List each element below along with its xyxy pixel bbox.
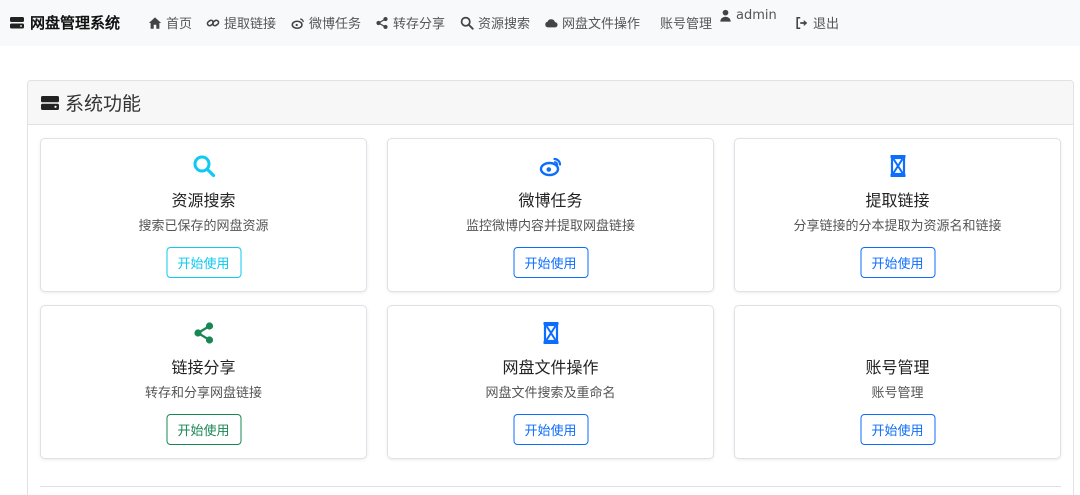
nav-resource-search-label: 资源搜索 xyxy=(478,17,531,32)
nav-file-ops[interactable]: 网盘文件操作 xyxy=(544,13,640,32)
start-button[interactable]: 开始使用 xyxy=(860,414,935,445)
feature-title: 网盘文件操作 xyxy=(502,358,599,377)
navbar: 网盘管理系统 首页 提取链接 微博任务 转存分享 资源搜索 网盘文件操作 账号管… xyxy=(0,0,1080,46)
hourglass-icon xyxy=(890,155,905,177)
brand[interactable]: 网盘管理系统 xyxy=(10,12,120,33)
feature-title: 提取链接 xyxy=(865,191,930,210)
weibo-icon xyxy=(539,157,561,177)
start-button[interactable]: 开始使用 xyxy=(166,414,241,445)
logout-icon xyxy=(796,16,808,29)
nav-user[interactable]: admin xyxy=(719,8,777,23)
feature-title: 账号管理 xyxy=(865,358,930,377)
card-header: 系统功能 xyxy=(28,81,1073,125)
feature-title: 微博任务 xyxy=(518,191,583,210)
weibo-icon xyxy=(291,17,304,29)
nav-save-share-label: 转存分享 xyxy=(393,17,446,32)
feature-description: 分享链接的分本提取为资源名和链接 xyxy=(793,219,1002,234)
nav-weibo-task[interactable]: 微博任务 xyxy=(291,13,361,32)
nav-extract-link[interactable]: 提取链接 xyxy=(206,13,276,32)
feature-card-resource-search: 资源搜索 搜索已保存的网盘资源 开始使用 xyxy=(40,138,367,292)
feature-description: 搜索已保存的网盘资源 xyxy=(138,219,269,234)
start-button[interactable]: 开始使用 xyxy=(166,247,241,278)
system-functions-card: 系统功能 资源搜索 搜索已保存的网盘资源 开始使用 微博任务 监控微博内容并提取… xyxy=(27,80,1074,495)
nav-save-share[interactable]: 转存分享 xyxy=(375,13,445,32)
nav-weibo-task-label: 微博任务 xyxy=(309,17,362,32)
share-icon xyxy=(376,16,388,29)
section-title: 系统功能 xyxy=(65,93,142,115)
feature-card-file-ops: 网盘文件操作 网盘文件搜索及重命名 开始使用 xyxy=(387,305,714,459)
hourglass-icon xyxy=(543,322,558,344)
nav-user-label: admin xyxy=(736,8,777,23)
feature-description: 转存和分享网盘链接 xyxy=(144,386,262,401)
nav-account-manage-label: 账号管理 xyxy=(660,17,713,32)
search-icon xyxy=(193,155,215,178)
feature-description: 账号管理 xyxy=(871,386,924,401)
search-icon xyxy=(460,16,474,30)
start-button[interactable]: 开始使用 xyxy=(513,414,588,445)
divider xyxy=(40,486,1061,487)
brand-label: 网盘管理系统 xyxy=(30,14,121,32)
feature-title: 资源搜索 xyxy=(171,191,236,210)
start-button[interactable]: 开始使用 xyxy=(513,247,588,278)
nav-extract-link-label: 提取链接 xyxy=(224,17,277,32)
share-icon xyxy=(193,322,213,344)
cloud-icon xyxy=(545,18,558,27)
link-icon xyxy=(206,19,220,26)
feature-card-link-share: 链接分享 转存和分享网盘链接 开始使用 xyxy=(40,305,367,459)
nav-file-ops-label: 网盘文件操作 xyxy=(562,17,641,32)
nav-logout[interactable]: 退出 xyxy=(795,13,839,32)
feature-title: 链接分享 xyxy=(171,358,236,377)
nav-logout-label: 退出 xyxy=(813,17,840,32)
feature-description: 监控微博内容并提取网盘链接 xyxy=(465,219,635,234)
feature-description: 网盘文件搜索及重命名 xyxy=(485,386,616,401)
feature-card-account-manage: 账号管理 账号管理 开始使用 xyxy=(734,305,1061,459)
nav-home[interactable]: 首页 xyxy=(148,13,192,32)
home-icon xyxy=(148,16,162,29)
server-icon xyxy=(10,16,24,28)
user-icon xyxy=(720,9,731,22)
nav-resource-search[interactable]: 资源搜索 xyxy=(460,13,530,32)
nav-home-label: 首页 xyxy=(166,17,193,32)
start-button[interactable]: 开始使用 xyxy=(860,247,935,278)
feature-card-weibo-task: 微博任务 监控微博内容并提取网盘链接 开始使用 xyxy=(387,138,714,292)
feature-card-extract-link: 提取链接 分享链接的分本提取为资源名和链接 开始使用 xyxy=(734,138,1061,292)
server-icon xyxy=(41,95,59,110)
nav-account-manage[interactable]: 账号管理 xyxy=(660,13,712,32)
